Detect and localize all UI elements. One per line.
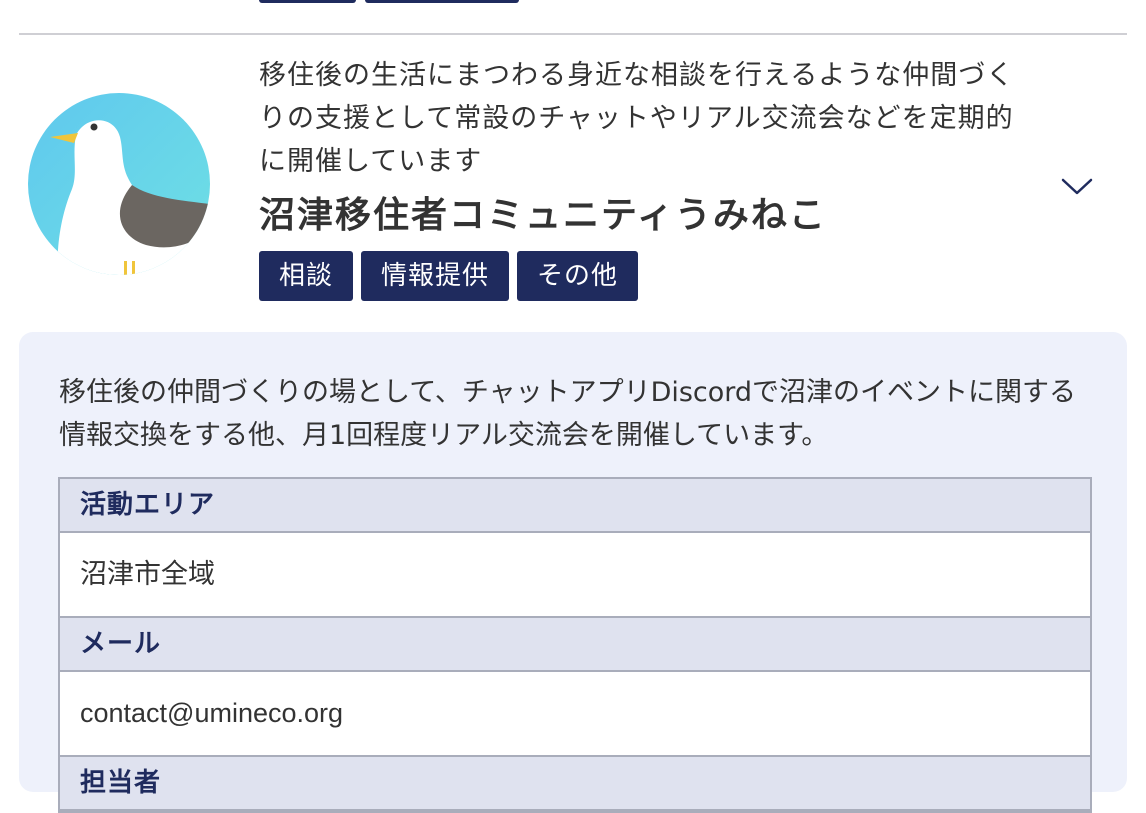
category-tag: 情報提供 <box>361 251 510 301</box>
community-info-table: 活動エリア 沼津市全域 メール contact@umineco.org 担当者 <box>58 477 1092 813</box>
chevron-down-icon[interactable] <box>1058 168 1096 206</box>
table-cell-area: 沼津市全域 <box>60 533 1090 618</box>
previous-entry-tags <box>259 0 519 3</box>
table-header-email: メール <box>60 618 1090 672</box>
table-header-contact-person: 担当者 <box>60 757 1090 811</box>
community-summary: 移住後の生活にまつわる身近な相談を行えるような仲間づくりの支援として常設のチャッ… <box>259 60 1015 177</box>
category-tags: 相談 情報提供 その他 <box>259 251 639 301</box>
previous-tag <box>259 0 356 3</box>
seagull-logo-icon <box>28 93 210 275</box>
previous-tag <box>365 0 519 3</box>
category-tag: 相談 <box>259 251 354 301</box>
community-detail-panel: 移住後の仲間づくりの場として、チャットアプリDiscordで沼津のイベントに関す… <box>19 332 1127 813</box>
entry-divider <box>19 33 1127 35</box>
category-tag: その他 <box>517 251 639 301</box>
email-link[interactable]: contact@umineco.org <box>60 672 1090 757</box>
table-header-area: 活動エリア <box>60 479 1090 533</box>
community-description: 移住後の仲間づくりの場として、チャットアプリDiscordで沼津のイベントに関す… <box>59 377 1077 451</box>
community-name: 沼津移住者コミュニティうみねこ <box>259 195 827 236</box>
